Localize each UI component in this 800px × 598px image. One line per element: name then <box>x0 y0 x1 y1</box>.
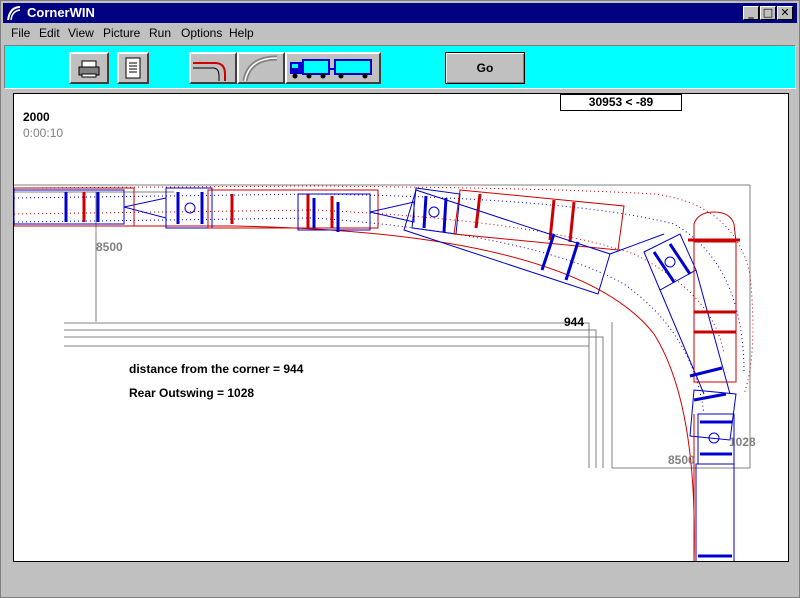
document-icon <box>125 57 141 79</box>
year-label: 2000 <box>23 110 50 124</box>
dolly <box>165 187 213 229</box>
dimension-1028: 1028 <box>729 435 756 449</box>
turning-path-drawing <box>14 184 754 561</box>
truck-body-blue <box>689 366 737 561</box>
road-outline <box>14 184 751 469</box>
simulation-canvas[interactable]: 30953 < -89 2000 0:00:10 8500 944 distan… <box>13 93 789 562</box>
corner-path-button[interactable] <box>189 52 237 84</box>
swept-paths <box>14 185 754 415</box>
trailer-front-red <box>453 189 625 251</box>
menu-run[interactable]: Run <box>149 26 171 40</box>
truck-trailer-icon <box>290 59 372 79</box>
corner-path-icon <box>193 62 226 81</box>
minimize-button[interactable]: _ <box>743 6 759 20</box>
maximize-button[interactable]: □ <box>760 6 776 20</box>
dimension-8500-bottom: 8500 <box>668 453 695 467</box>
dimension-8500-top: 8500 <box>96 240 123 254</box>
menu-options[interactable]: Options <box>181 26 222 40</box>
title-bar[interactable]: CornerWIN _ □ ✕ <box>3 3 797 23</box>
menu-help[interactable]: Help <box>229 26 254 40</box>
window-title: CornerWIN <box>27 5 95 20</box>
toolbar: Go <box>4 45 796 89</box>
print-button[interactable] <box>69 52 109 84</box>
menu-bar: File Edit View Picture Run Options Help <box>3 23 797 43</box>
close-button[interactable]: ✕ <box>777 6 793 20</box>
curve-path-button[interactable] <box>237 52 285 84</box>
menu-edit[interactable]: Edit <box>39 26 60 40</box>
menu-view[interactable]: View <box>68 26 94 40</box>
trailer-rear <box>14 187 167 227</box>
inner-kerb-curve <box>14 225 695 561</box>
printer-icon <box>78 60 100 78</box>
app-window: CornerWIN _ □ ✕ File Edit View Picture R… <box>0 0 800 598</box>
elapsed-time: 0:00:10 <box>23 126 64 140</box>
go-button[interactable]: Go <box>445 52 525 84</box>
menu-file[interactable]: File <box>11 26 30 40</box>
truck-cab-red <box>688 211 740 383</box>
distance-from-corner: distance from the corner = 944 <box>129 362 304 376</box>
dimension-944: 944 <box>564 315 585 329</box>
position-readout: 30953 < -89 <box>560 94 682 111</box>
document-button[interactable] <box>117 52 149 84</box>
vehicle-select-button[interactable] <box>285 52 381 84</box>
menu-picture[interactable]: Picture <box>103 26 140 40</box>
curve-path-icon <box>242 55 278 82</box>
dolly-2 <box>411 187 461 235</box>
app-logo-icon <box>7 6 21 21</box>
rear-outswing: Rear Outswing = 1028 <box>129 386 255 400</box>
status-bar <box>3 567 797 595</box>
